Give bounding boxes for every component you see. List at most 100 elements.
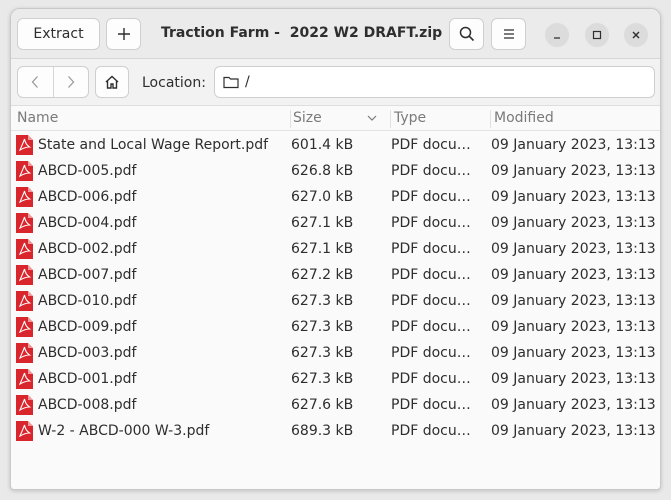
pdf-file-icon	[16, 239, 33, 259]
file-modified: 09 January 2023, 13:13	[491, 137, 656, 153]
file-modified: 09 January 2023, 13:13	[491, 215, 656, 231]
column-type-header[interactable]: Type	[394, 110, 426, 126]
file-modified: 09 January 2023, 13:13	[491, 319, 656, 335]
file-name: W-2 - ABCD-000 W-3.pdf	[38, 423, 210, 439]
file-name: ABCD-010.pdf	[38, 293, 137, 309]
file-type: PDF document	[391, 189, 483, 205]
file-modified: 09 January 2023, 13:13	[491, 397, 656, 413]
location-toolbar: Location: /	[11, 59, 660, 106]
file-modified: 09 January 2023, 13:13	[491, 241, 656, 257]
file-name: ABCD-002.pdf	[38, 241, 137, 257]
chevron-left-icon	[31, 76, 39, 88]
header-bar: Extract Traction Farm - 2022 W2 DRAFT.zi…	[11, 9, 660, 59]
column-size-header[interactable]: Size	[293, 110, 322, 126]
file-type: PDF document	[391, 215, 483, 231]
pdf-file-icon	[16, 343, 33, 363]
pdf-file-icon	[16, 395, 33, 415]
close-button[interactable]	[624, 23, 648, 47]
archive-manager-window: Extract Traction Farm - 2022 W2 DRAFT.zi…	[10, 8, 661, 490]
file-type: PDF document	[391, 267, 483, 283]
pdf-file-icon	[16, 369, 33, 389]
column-separator[interactable]	[390, 110, 391, 128]
file-type: PDF document	[391, 371, 483, 387]
file-name: State and Local Wage Report.pdf	[38, 137, 269, 153]
plus-icon	[117, 28, 130, 40]
file-name: ABCD-001.pdf	[38, 371, 137, 387]
window-title: Traction Farm - 2022 W2 DRAFT.zip	[161, 25, 443, 41]
table-row[interactable]: ABCD-009.pdf 627.3 kB PDF document 09 Janua…	[11, 314, 660, 340]
table-row[interactable]: ABCD-002.pdf 627.1 kB PDF document 09 Janua…	[11, 236, 660, 262]
file-name: ABCD-004.pdf	[38, 215, 137, 231]
file-size: 627.3 kB	[291, 319, 354, 335]
file-size: 601.4 kB	[291, 137, 354, 153]
file-name: ABCD-005.pdf	[38, 163, 137, 179]
file-size: 627.2 kB	[291, 267, 354, 283]
chevron-right-icon	[67, 76, 75, 88]
file-size: 627.1 kB	[291, 215, 354, 231]
file-modified: 09 January 2023, 13:13	[491, 189, 656, 205]
table-row[interactable]: ABCD-003.pdf 627.3 kB PDF document 09 Janua…	[11, 340, 660, 366]
pdf-file-icon	[16, 161, 33, 181]
file-type: PDF document	[391, 137, 483, 153]
home-button[interactable]	[95, 66, 129, 98]
table-row[interactable]: ABCD-006.pdf 627.0 kB PDF document 09 Janua…	[11, 184, 660, 210]
pdf-file-icon	[16, 187, 33, 207]
file-name: ABCD-007.pdf	[38, 267, 137, 283]
add-files-button[interactable]	[106, 18, 141, 50]
file-modified: 09 January 2023, 13:13	[491, 267, 656, 283]
table-row[interactable]: ABCD-010.pdf 627.3 kB PDF document 09 Janua…	[11, 288, 660, 314]
file-size: 626.8 kB	[291, 163, 354, 179]
file-name: ABCD-009.pdf	[38, 319, 137, 335]
table-row[interactable]: ABCD-008.pdf 627.6 kB PDF document 09 Janua…	[11, 392, 660, 418]
file-modified: 09 January 2023, 13:13	[491, 345, 656, 361]
file-type: PDF document	[391, 293, 483, 309]
forward-button[interactable]	[54, 67, 89, 97]
file-type: PDF document	[391, 423, 483, 439]
column-separator[interactable]	[290, 110, 291, 128]
table-row[interactable]: State and Local Wage Report.pdf 601.4 kB P…	[11, 132, 660, 158]
file-size: 627.3 kB	[291, 345, 354, 361]
file-list: State and Local Wage Report.pdf 601.4 kB P…	[11, 132, 660, 444]
file-name: ABCD-006.pdf	[38, 189, 137, 205]
minimize-button[interactable]	[545, 23, 569, 47]
file-type: PDF document	[391, 163, 483, 179]
pdf-file-icon	[16, 213, 33, 233]
file-size: 689.3 kB	[291, 423, 354, 439]
maximize-button[interactable]	[585, 23, 609, 47]
column-header: Name Size Type Modified	[11, 107, 660, 131]
minimize-icon	[554, 37, 560, 39]
table-row[interactable]: W-2 - ABCD-000 W-3.pdf 689.3 kB PDF docume…	[11, 418, 660, 444]
location-path: /	[245, 74, 250, 90]
file-modified: 09 January 2023, 13:13	[491, 423, 656, 439]
file-size: 627.1 kB	[291, 241, 354, 257]
table-row[interactable]: ABCD-007.pdf 627.2 kB PDF document 09 Janua…	[11, 262, 660, 288]
file-size: 627.3 kB	[291, 371, 354, 387]
table-row[interactable]: ABCD-004.pdf 627.1 kB PDF document 09 Janua…	[11, 210, 660, 236]
close-icon	[632, 31, 640, 39]
search-button[interactable]	[449, 18, 484, 50]
file-modified: 09 January 2023, 13:13	[491, 293, 656, 309]
file-size: 627.3 kB	[291, 293, 354, 309]
navigation-buttons	[17, 66, 89, 98]
hamburger-menu-icon	[503, 29, 514, 39]
main-menu-button[interactable]	[491, 18, 526, 50]
file-type: PDF document	[391, 241, 483, 257]
file-name: ABCD-008.pdf	[38, 397, 137, 413]
table-row[interactable]: ABCD-005.pdf 626.8 kB PDF document 09 Janua…	[11, 158, 660, 184]
table-row[interactable]: ABCD-001.pdf 627.3 kB PDF document 09 Janua…	[11, 366, 660, 392]
extract-button[interactable]: Extract	[17, 18, 100, 50]
column-modified-header[interactable]: Modified	[494, 110, 554, 126]
pdf-file-icon	[16, 317, 33, 337]
file-size: 627.0 kB	[291, 189, 354, 205]
location-field[interactable]: /	[214, 66, 655, 98]
file-type: PDF document	[391, 345, 483, 361]
column-separator[interactable]	[490, 110, 491, 128]
pdf-file-icon	[16, 265, 33, 285]
column-name-header[interactable]: Name	[17, 110, 58, 126]
search-icon	[459, 26, 474, 42]
back-button[interactable]	[18, 67, 54, 97]
file-type: PDF document	[391, 319, 483, 335]
file-type: PDF document	[391, 397, 483, 413]
location-label: Location:	[142, 75, 206, 91]
maximize-icon	[592, 30, 602, 40]
